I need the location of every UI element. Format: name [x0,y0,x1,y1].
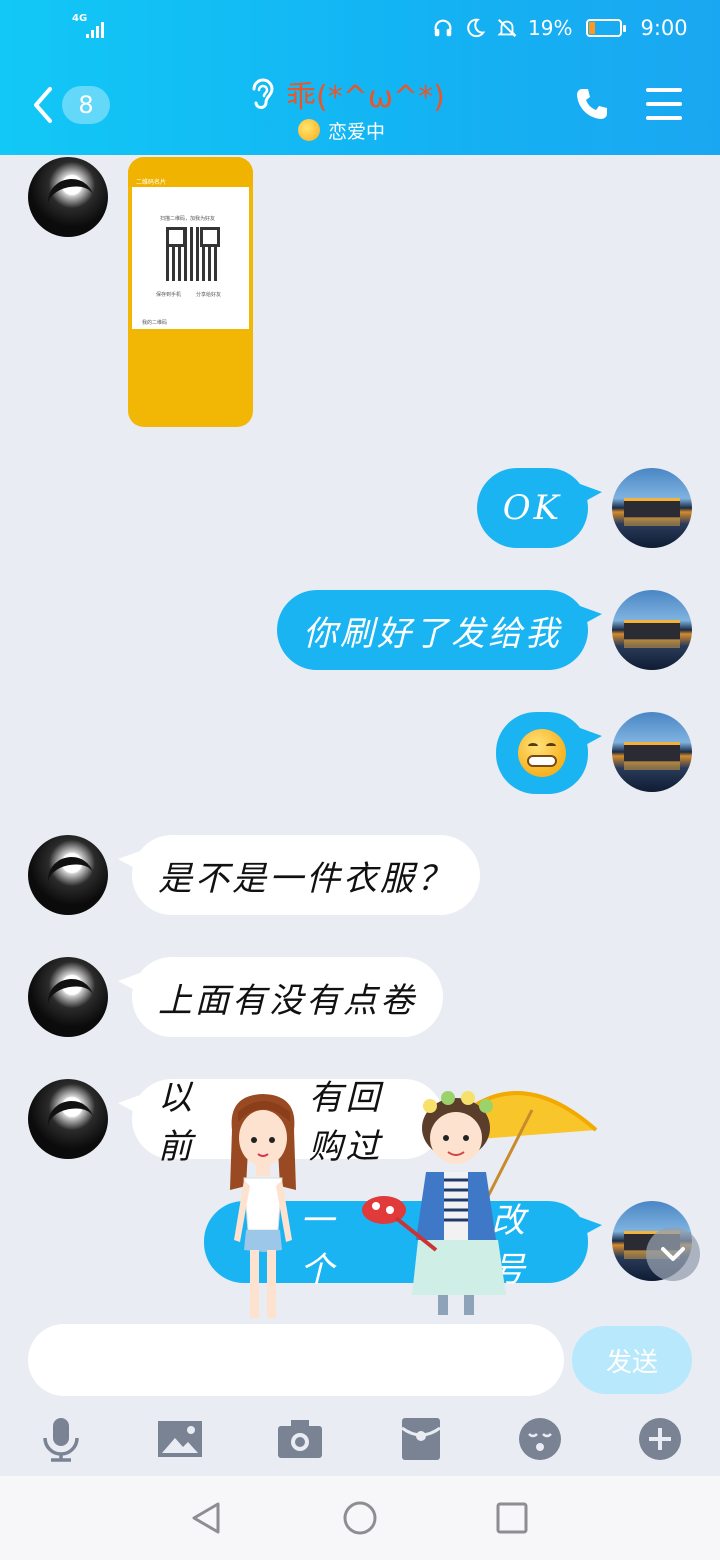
unread-badge: 8 [62,86,110,124]
message-bubble-other[interactable]: 上面有没有点卷 [118,957,443,1037]
ear-icon [252,78,274,110]
bell-off-icon [497,19,517,37]
composer-toolbar [0,1404,720,1476]
microphone-icon[interactable] [38,1416,84,1462]
headset-icon [434,19,452,37]
self-avatar[interactable] [612,468,692,548]
qr-code-image [166,227,220,281]
contact-avatar[interactable] [28,1079,108,1159]
message-bubble-self[interactable]: 你刷好了发给我 [277,590,602,670]
image-preview-line: 扫描二维码，加我为好友 [160,216,216,222]
moon-icon [467,18,486,38]
back-triangle-icon[interactable] [188,1500,224,1536]
network-type: 4G [72,13,88,24]
signal-indicator: 4G [72,14,108,40]
self-avatar[interactable] [612,712,692,792]
girl-character-sticker [230,1094,296,1318]
chat-title: 乖(*^ω^*) [286,80,445,115]
battery-icon [586,19,627,37]
battery-percent: 19% [528,16,573,40]
contact-avatar[interactable] [28,957,108,1037]
message-bubble-other[interactable]: 是不是一件衣服？ [118,835,480,915]
message-input[interactable] [28,1324,564,1396]
image-icon[interactable] [157,1416,203,1462]
emoji-icon[interactable] [517,1416,563,1462]
image-preview-share: 分享给好友 [196,292,222,298]
message-bubble-self[interactable]: OK [476,468,603,548]
status-time: 9:00 [640,16,688,40]
message-text: 你刷好了发给我 [303,613,562,654]
message-text: 是不是一件衣服？ [158,858,454,899]
menu-icon[interactable] [646,88,682,120]
home-circle-icon[interactable] [342,1500,378,1536]
boy-character-sticker [362,1091,598,1315]
system-navigation-bar [0,1476,720,1560]
image-preview-footer: 我的二维码 [142,320,168,326]
plus-icon[interactable] [637,1416,683,1462]
grinning-face-icon [518,729,566,777]
contact-avatar[interactable] [28,835,108,915]
message-text: 上面有没有点卷 [158,980,417,1021]
image-preview-save: 保存到手机 [156,292,182,298]
image-message[interactable]: 二维码名片 扫描二维码，加我为好友 保存到手机 分享给好友 我的二维码 [128,157,253,427]
recents-square-icon[interactable] [494,1500,530,1536]
message-list[interactable]: 二维码名片 扫描二维码，加我为好友 保存到手机 分享给好友 我的二维码 OK 你… [0,155,720,1320]
message-text: 以前 [158,1078,195,1167]
camera-icon[interactable] [277,1416,323,1462]
title-bar: 4G 19% 9:00 8 乖(*^ω^*) 恋爱中 [0,0,720,155]
image-preview-header: 二维码名片 [136,179,167,186]
phone-icon[interactable] [574,86,610,122]
message-bubble-self[interactable] [496,712,602,794]
love-status-icon [298,119,320,141]
chevron-down-icon [661,1247,685,1261]
message-text: OK [502,488,562,528]
chat-title-area[interactable]: 乖(*^ω^*) 恋爱中 [246,72,486,144]
composer: 发送 [0,1320,720,1404]
chat-subtitle: 恋爱中 [328,120,386,143]
chevron-left-icon [34,87,52,123]
contact-avatar[interactable] [28,157,108,237]
self-avatar[interactable] [612,590,692,670]
status-bar: 4G 19% 9:00 [0,0,720,56]
back-button[interactable]: 8 [30,84,110,126]
red-packet-icon[interactable] [398,1416,444,1462]
send-button[interactable]: 发送 [572,1326,692,1394]
scroll-to-bottom-button[interactable] [646,1227,700,1281]
